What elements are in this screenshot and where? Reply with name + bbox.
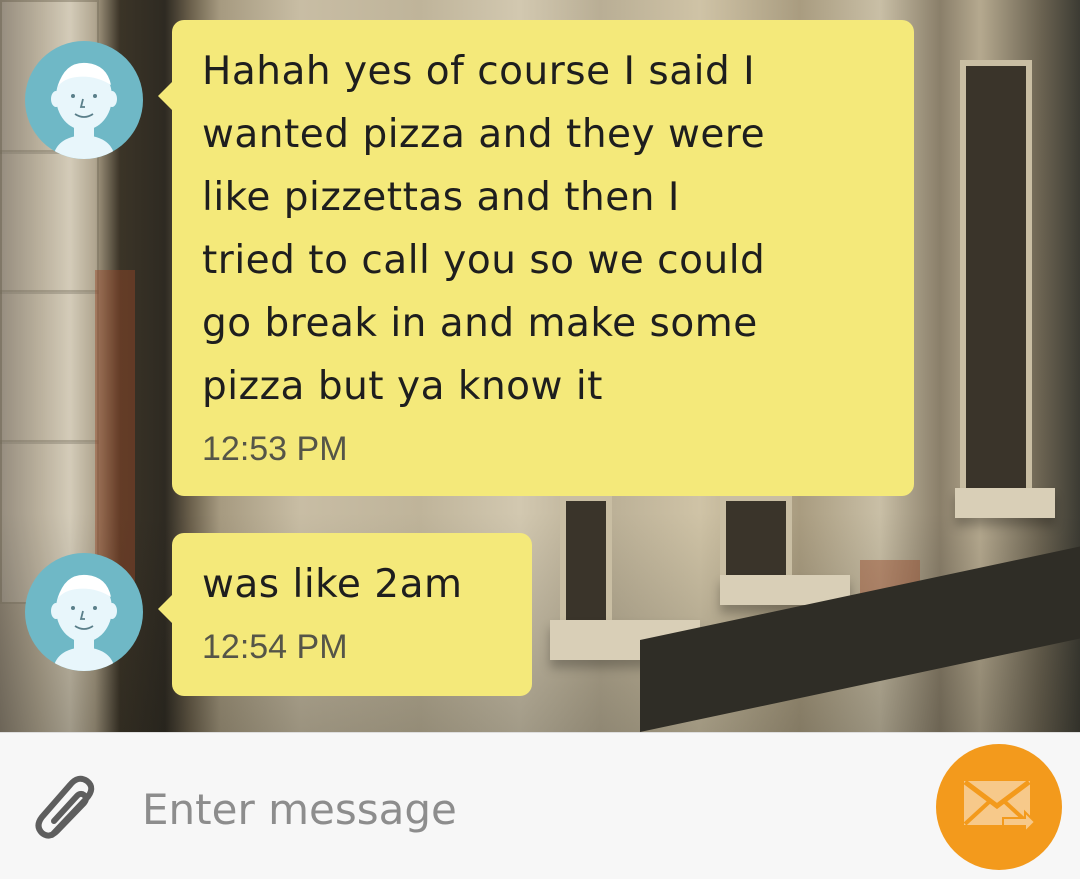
message-text: Hahah yes of course I said I wanted pizz… — [202, 49, 766, 409]
send-envelope-icon — [963, 780, 1037, 835]
message-timestamp: 12:54 PM — [202, 628, 348, 666]
message-input[interactable] — [140, 775, 904, 843]
message-text: was like 2am — [202, 562, 463, 607]
send-button[interactable] — [936, 744, 1062, 870]
message-bubble[interactable]: was like 2am 12:54 PM — [158, 533, 532, 696]
person-avatar-icon — [51, 62, 117, 159]
message-composer — [0, 732, 1080, 879]
paperclip-icon[interactable] — [30, 773, 105, 848]
message-bubble[interactable]: Hahah yes of course I said I wanted pizz… — [158, 20, 914, 496]
message-timestamp: 12:53 PM — [202, 430, 348, 468]
sender-avatar[interactable] — [25, 41, 143, 159]
sender-avatar[interactable] — [25, 553, 143, 671]
person-avatar-icon — [51, 574, 117, 671]
